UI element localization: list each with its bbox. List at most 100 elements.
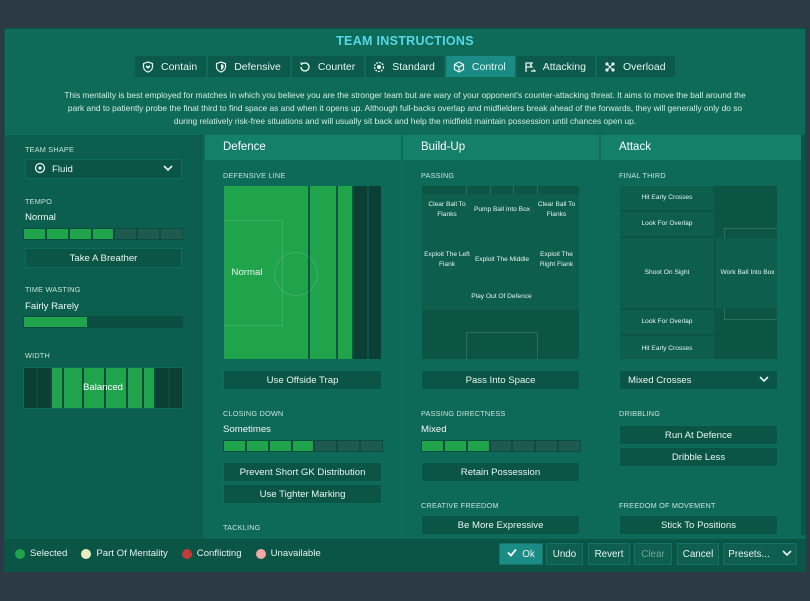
tab-attacking[interactable]: Attacking [516,56,595,77]
slider-segment[interactable] [513,441,535,451]
hit-early-crosses-bottom[interactable]: Hit Early Crosses [620,336,714,359]
passing-directness-label: PASSING DIRECTNESS [421,409,506,418]
slider-segment[interactable] [246,441,268,451]
slider-segment[interactable] [269,441,291,451]
clear-ball-to-flanks-left[interactable]: Clear Ball To Flanks [422,196,472,224]
exploit-left-flank[interactable]: Exploit The Left Flank [422,244,472,276]
tab-label: Control [471,60,506,73]
defensive-line-value: Normal [231,267,263,278]
retain-possession-button[interactable]: Retain Possession [421,462,580,482]
exploit-right-flank[interactable]: Exploit The Right Flank [532,244,579,276]
use-offside-trap-button[interactable]: Use Offside Trap [223,370,382,390]
crossing-value: Mixed Crosses [628,374,692,386]
closing-down-label: CLOSING DOWN [223,409,284,418]
tempo-slider[interactable] [23,228,183,240]
slider-segment[interactable] [338,441,360,451]
pump-ball-into-box[interactable]: Pump Ball Into Box [472,196,532,224]
prevent-short-gk-distribution-button[interactable]: Prevent Short GK Distribution [223,462,382,482]
tab-control[interactable]: Control [445,56,515,77]
description-line: park and to patiently probe the final th… [67,103,743,113]
slider-segment[interactable] [224,441,245,451]
legend-part-of-mentality: Part Of Mentality [81,548,168,559]
dialog-footer: Selected Part Of Mentality Conflicting U… [5,539,805,571]
slider-segment[interactable] [161,229,183,239]
defensive-line-selector[interactable]: Normal [223,185,382,360]
closing-down-slider[interactable] [223,440,383,452]
shoot-on-sight[interactable]: Shoot On Sight [620,238,714,308]
slider-segment[interactable] [138,229,160,239]
tab-counter[interactable]: Counter [291,56,365,77]
dribble-less-button[interactable]: Dribble Less [619,447,778,467]
clear-button[interactable]: Clear [634,543,672,565]
conflicting-dot-icon [181,548,192,559]
legend-label: Selected [30,548,68,559]
stick-to-positions-button[interactable]: Stick To Positions [619,515,778,535]
slider-segment[interactable] [422,441,443,451]
tab-overload[interactable]: Overload [596,56,675,77]
legend-selected: Selected [15,548,67,559]
tempo-label: TEMPO [25,197,52,206]
buildup-panel: Build-Up PASSING Clear Ball To Flanks Pu… [403,135,599,539]
slider-segment[interactable] [361,441,383,451]
crossing-dropdown[interactable]: Mixed Crosses [619,370,778,390]
tab-contain[interactable]: Contain [135,56,207,77]
passing-directness-slider[interactable] [421,440,581,452]
legend: Selected Part Of Mentality Conflicting U… [15,548,321,559]
cancel-button[interactable]: Cancel [677,543,719,565]
slider-segment[interactable] [444,441,466,451]
slider-segment[interactable] [92,229,114,239]
be-more-expressive-button[interactable]: Be More Expressive [421,515,580,535]
final-third-label: FINAL THIRD [619,171,666,180]
legend-label: Conflicting [196,548,242,559]
slider-segment[interactable] [467,441,489,451]
ok-button[interactable]: Ok [499,543,543,565]
shield-heart-icon [142,60,154,73]
run-at-defence-button[interactable]: Run At Defence [619,425,778,445]
tab-standard[interactable]: Standard [366,56,444,77]
slider-segment[interactable] [46,229,68,239]
slider-segment[interactable] [490,441,512,451]
take-a-breather-button[interactable]: Take A Breather [25,248,182,268]
scrollbar[interactable] [801,135,805,535]
team-shape-dropdown[interactable]: Fluid [25,159,182,179]
look-for-overlap-top[interactable]: Look For Overlap [620,212,714,236]
tab-defensive[interactable]: Defensive [208,56,290,77]
fluid-shape-icon [34,162,46,177]
revert-button[interactable]: Revert [588,543,630,565]
width-selector[interactable]: Balanced [23,367,183,409]
look-for-overlap-bottom[interactable]: Look For Overlap [620,310,714,334]
presets-dropdown[interactable]: Presets... [723,543,797,565]
undo-button[interactable]: Undo [546,543,583,565]
use-tighter-marking-button[interactable]: Use Tighter Marking [223,484,382,504]
hit-early-crosses-top[interactable]: Hit Early Crosses [620,186,714,210]
defence-panel: Defence DEFENSIVE LINE Normal Use Offsid… [205,135,401,539]
slider-segment[interactable] [115,229,137,239]
slider-segment[interactable] [69,229,91,239]
slider-segment[interactable] [559,441,581,451]
dialog-title: TEAM INSTRUCTIONS [336,34,474,48]
tab-label: Counter [317,60,356,73]
clear-ball-to-flanks-right[interactable]: Clear Ball To Flanks [532,196,579,224]
slider-segment[interactable] [292,441,314,451]
team-shape-label: TEAM SHAPE [25,145,75,154]
chevron-down-icon [782,549,792,560]
mentality-description: This mentality is best employed for matc… [25,89,785,128]
tackling-label: TACKLING [223,523,261,532]
exploit-the-middle[interactable]: Exploit The Middle [472,244,532,276]
tab-label: Contain [161,60,198,73]
time-wasting-value: Fairly Rarely [25,301,79,312]
width-value: Balanced [82,382,123,393]
time-wasting-slider[interactable] [23,316,183,328]
work-ball-into-box[interactable]: Work Ball Into Box [716,238,777,308]
slider-segment[interactable] [536,441,558,451]
chevron-down-icon [759,375,769,386]
gear-ball-icon [373,61,385,73]
check-icon [507,548,517,560]
description-line: during relatively risk-free situations a… [173,116,637,126]
cube-icon [453,60,465,73]
play-out-of-defence[interactable]: Play Out Of Defence [422,286,579,308]
pass-into-space-button[interactable]: Pass Into Space [421,370,580,390]
general-settings-panel: TEAM SHAPE Fluid TEMPO Normal Take A Bre… [5,135,203,539]
slider-segment[interactable] [315,441,337,451]
slider-segment[interactable] [24,229,45,239]
